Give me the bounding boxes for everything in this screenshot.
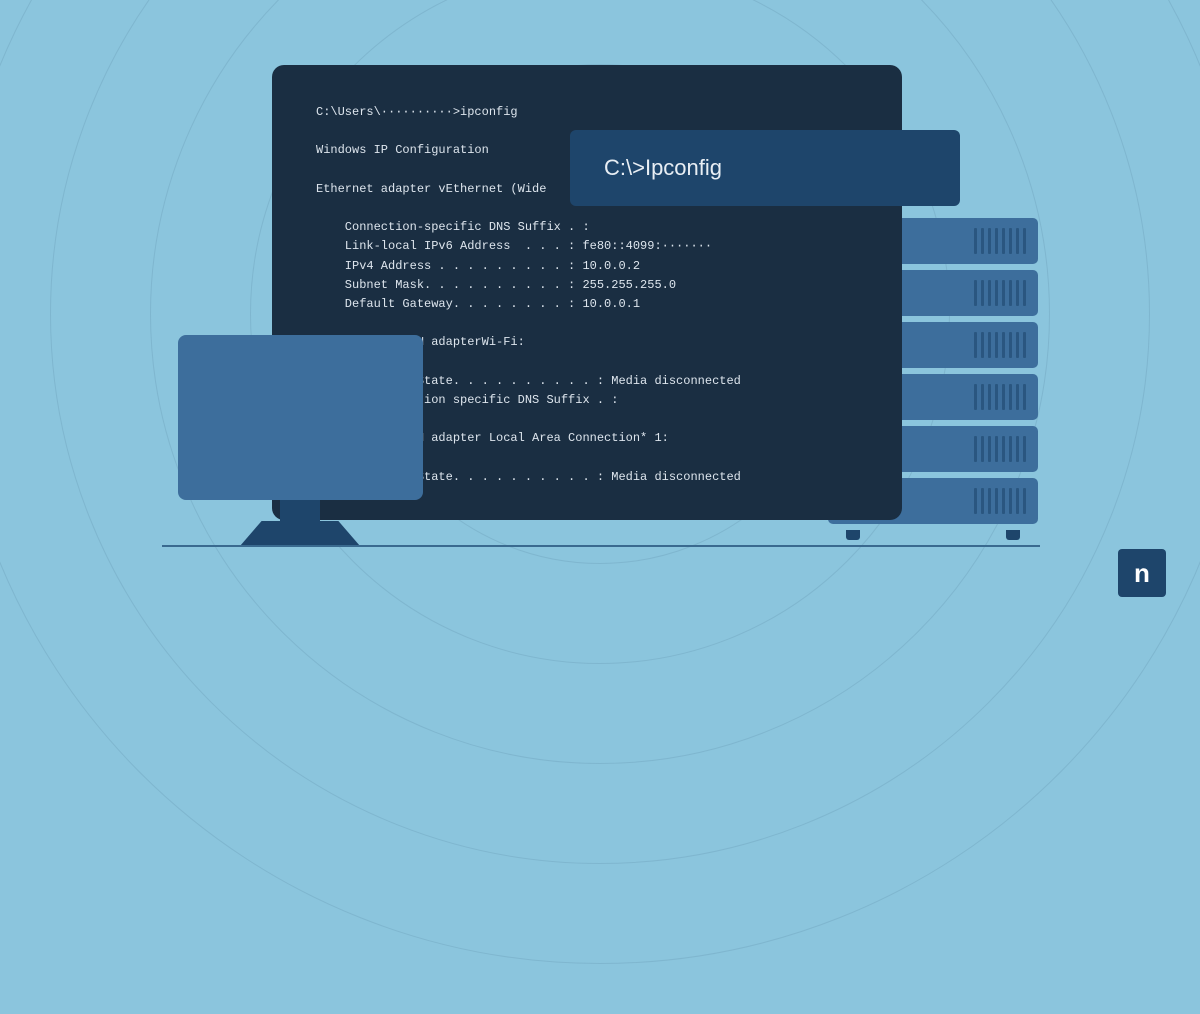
brand-logo: n xyxy=(1118,549,1166,597)
monitor-base xyxy=(240,521,360,546)
ground-line xyxy=(162,545,1040,547)
monitor-illustration xyxy=(178,335,423,500)
server-base xyxy=(828,530,1038,540)
title-card: C:\>Ipconfig xyxy=(570,130,960,206)
logo-letter: n xyxy=(1134,558,1150,589)
title-text: C:\>Ipconfig xyxy=(604,155,722,181)
